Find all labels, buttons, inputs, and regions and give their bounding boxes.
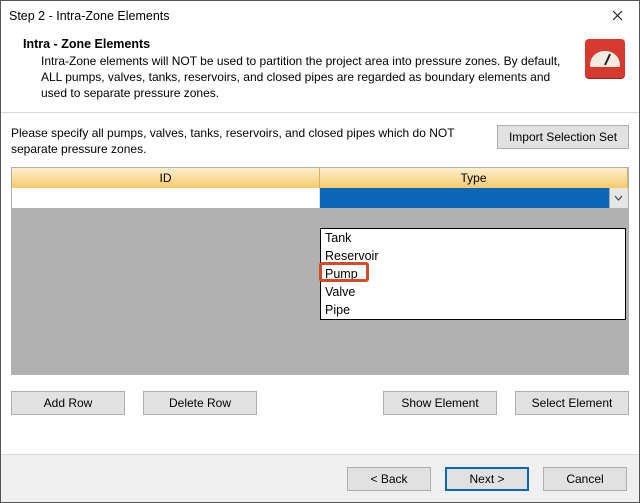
action-row: Add Row Delete Row Show Element Select E… [1,383,639,429]
chevron-down-icon [614,195,623,201]
instruction-text: Please specify all pumps, valves, tanks,… [11,125,487,157]
dropdown-option-valve[interactable]: Valve [321,283,625,301]
elements-grid: ID Type Tank Reservoir Pump Valve [11,167,629,375]
add-row-button[interactable]: Add Row [11,391,125,415]
back-button[interactable]: < Back [347,467,431,491]
cancel-button[interactable]: Cancel [543,467,627,491]
dropdown-option-tank[interactable]: Tank [321,229,625,247]
dropdown-option-reservoir[interactable]: Reservoir [321,247,625,265]
show-element-button[interactable]: Show Element [383,391,497,415]
wizard-footer: < Back Next > Cancel [1,454,639,502]
delete-row-button[interactable]: Delete Row [143,391,257,415]
next-button[interactable]: Next > [445,467,529,491]
header: Intra - Zone Elements Intra-Zone element… [1,31,639,112]
close-button[interactable] [595,1,639,31]
header-text: Intra - Zone Elements Intra-Zone element… [23,37,579,102]
import-selection-set-button[interactable]: Import Selection Set [497,125,629,149]
select-element-button[interactable]: Select Element [515,391,629,415]
dropdown-option-pump[interactable]: Pump [321,265,625,283]
column-header-type[interactable]: Type [320,168,628,188]
column-header-id[interactable]: ID [12,168,320,188]
body: Please specify all pumps, valves, tanks,… [1,113,639,383]
header-description: Intra-Zone elements will NOT be used to … [23,53,579,102]
close-icon [612,8,623,24]
gauge-icon [585,39,625,79]
title-bar: Step 2 - Intra-Zone Elements [1,1,639,31]
table-row[interactable] [12,188,628,208]
dropdown-option-pipe[interactable]: Pipe [321,301,625,319]
cell-type[interactable] [320,188,628,208]
instruction-row: Please specify all pumps, valves, tanks,… [11,125,629,157]
grid-body: Tank Reservoir Pump Valve Pipe [12,188,628,374]
grid-header: ID Type [12,168,628,188]
window-title: Step 2 - Intra-Zone Elements [9,9,595,23]
header-title: Intra - Zone Elements [23,37,579,51]
cell-id[interactable] [12,188,320,208]
dropdown-toggle[interactable] [609,188,627,208]
type-dropdown[interactable]: Tank Reservoir Pump Valve Pipe [320,228,626,320]
